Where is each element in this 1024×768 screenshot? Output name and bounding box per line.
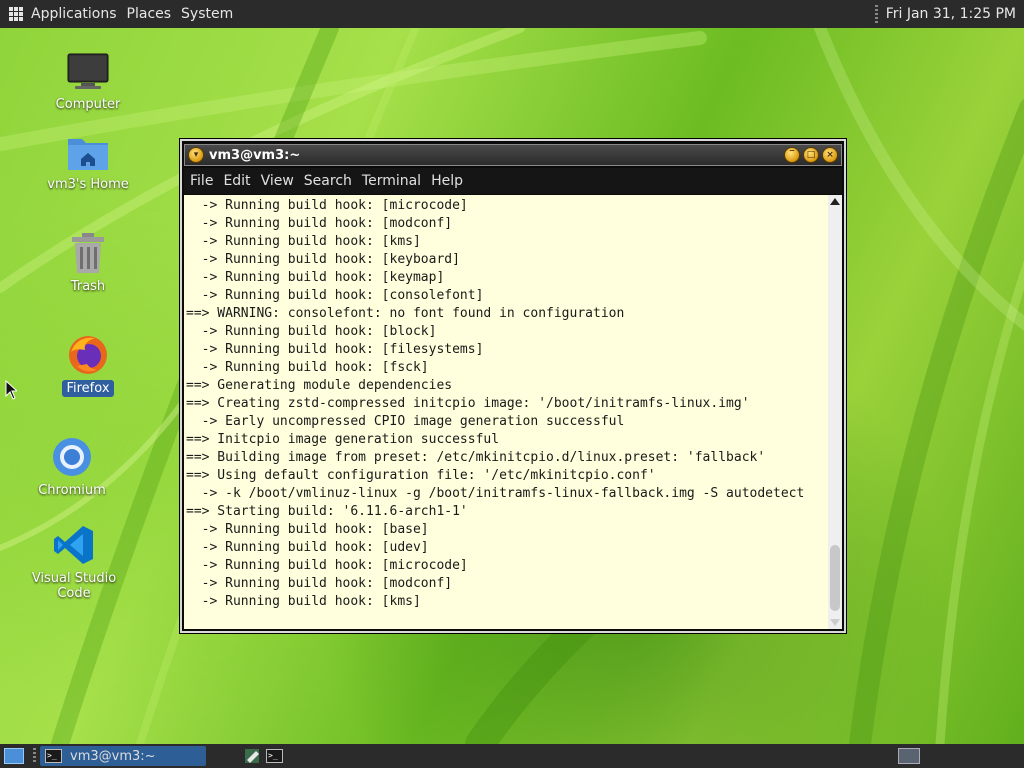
terminal-line: -> Running build hook: [filesystems] (186, 342, 484, 357)
terminal-line: -> Running build hook: [modconf] (186, 576, 453, 591)
window-title: vm3@vm3:~ (209, 147, 301, 163)
desktop-icon-chromium[interactable]: Chromium (12, 436, 132, 499)
desktop-icon-label: Firefox (62, 380, 114, 397)
vscode-icon (53, 524, 95, 566)
taskbar-window-label: vm3@vm3:~ (70, 748, 156, 764)
terminal-line: ==> WARNING: consolefont: no font found … (186, 306, 625, 321)
bottom-taskbar: >_ vm3@vm3:~ >_ (0, 744, 1024, 768)
menu-help[interactable]: Help (431, 173, 463, 189)
desktop-icon-vscode[interactable]: Visual Studio Code (14, 524, 134, 602)
terminal-launcher-icon[interactable]: >_ (266, 749, 283, 763)
terminal-line: -> Running build hook: [block] (186, 324, 437, 339)
show-desktop-icon[interactable] (4, 748, 24, 764)
apps-grid-icon[interactable] (9, 7, 23, 21)
maximize-icon[interactable]: □ (803, 147, 819, 163)
terminal-scrollbar[interactable] (828, 195, 842, 629)
terminal-icon: >_ (45, 749, 62, 763)
panel-handle[interactable] (874, 5, 878, 23)
firefox-icon (67, 334, 109, 376)
terminal-line: -> Running build hook: [microcode] (186, 558, 468, 573)
terminal-line: -> Running build hook: [udev] (186, 540, 429, 555)
scroll-down-icon[interactable] (830, 619, 840, 626)
terminal-titlebar[interactable]: ▾ vm3@vm3:~ ‾ □ × (184, 144, 842, 166)
workspace-switcher[interactable] (898, 748, 920, 764)
terminal-window[interactable]: ▾ vm3@vm3:~ ‾ □ × File Edit View Search … (179, 138, 847, 634)
terminal-line: -> Running build hook: [keyboard] (186, 252, 460, 267)
terminal-menubar: File Edit View Search Terminal Help (184, 168, 842, 194)
desktop-icon-firefox[interactable]: Firefox (28, 334, 148, 397)
scroll-up-icon[interactable] (830, 198, 840, 205)
desktop-icon-computer[interactable]: Computer (28, 52, 148, 113)
terminal-line: -> Running build hook: [consolefont] (186, 288, 484, 303)
window-menu-icon[interactable]: ▾ (188, 147, 204, 163)
menu-file[interactable]: File (190, 173, 213, 189)
menu-edit[interactable]: Edit (223, 173, 250, 189)
terminal-line: -> Running build hook: [modconf] (186, 216, 453, 231)
terminal-line: -> Running build hook: [microcode] (186, 198, 468, 213)
computer-icon (67, 52, 109, 92)
scroll-thumb[interactable] (830, 545, 840, 611)
desktop-icon-label: Visual Studio Code (31, 571, 117, 601)
menu-search[interactable]: Search (304, 173, 352, 189)
terminal-line: ==> Using default configuration file: '/… (186, 468, 656, 483)
terminal-line: ==> Generating module dependencies (186, 378, 453, 393)
applications-menu[interactable]: Applications (31, 6, 117, 22)
chromium-icon (51, 436, 93, 478)
terminal-line: -> -k /boot/vmlinuz-linux -g /boot/initr… (186, 486, 805, 501)
terminal-line: -> Running build hook: [kms] (186, 594, 421, 609)
home-folder-icon (67, 134, 109, 172)
desktop-icon-label: Computer (55, 97, 121, 112)
terminal-output[interactable]: -> Running build hook: [microcode] -> Ru… (184, 195, 828, 629)
terminal-line: -> Early uncompressed CPIO image generat… (186, 414, 625, 429)
desktop-icon-label: Trash (70, 279, 106, 294)
terminal-line: -> Running build hook: [fsck] (186, 360, 429, 375)
text-editor-launcher-icon[interactable] (244, 747, 262, 765)
terminal-line: -> Running build hook: [keymap] (186, 270, 445, 285)
top-panel: Applications Places System Fri Jan 31, 1… (0, 0, 1024, 28)
close-icon[interactable]: × (822, 147, 838, 163)
desktop-icon-label: Chromium (38, 483, 106, 498)
terminal-line: ==> Creating zstd-compressed initcpio im… (186, 396, 750, 411)
menu-view[interactable]: View (261, 173, 294, 189)
terminal-line: -> Running build hook: [kms] (186, 234, 421, 249)
system-menu[interactable]: System (181, 6, 233, 22)
desktop-icon-label: vm3's Home (47, 177, 129, 192)
terminal-line: ==> Initcpio image generation successful (186, 432, 500, 447)
taskbar-window-terminal[interactable]: >_ vm3@vm3:~ (40, 746, 206, 766)
terminal-line: -> Running build hook: [base] (186, 522, 429, 537)
terminal-line: ==> Starting build: '6.11.6-arch1-1' (186, 504, 468, 519)
mouse-cursor-icon (5, 379, 19, 404)
desktop-icon-home[interactable]: vm3's Home (28, 134, 148, 193)
places-menu[interactable]: Places (127, 6, 172, 22)
terminal-line: ==> Building image from preset: /etc/mki… (186, 450, 766, 465)
minimize-icon[interactable]: ‾ (784, 147, 800, 163)
taskbar-handle[interactable] (33, 748, 36, 764)
desktop-icon-trash[interactable]: Trash (28, 232, 148, 295)
menu-terminal[interactable]: Terminal (362, 173, 421, 189)
clock[interactable]: Fri Jan 31, 1:25 PM (886, 6, 1016, 22)
trash-icon (70, 232, 106, 274)
terminal-text: -> Running build hook: [microcode] -> Ru… (186, 197, 804, 611)
